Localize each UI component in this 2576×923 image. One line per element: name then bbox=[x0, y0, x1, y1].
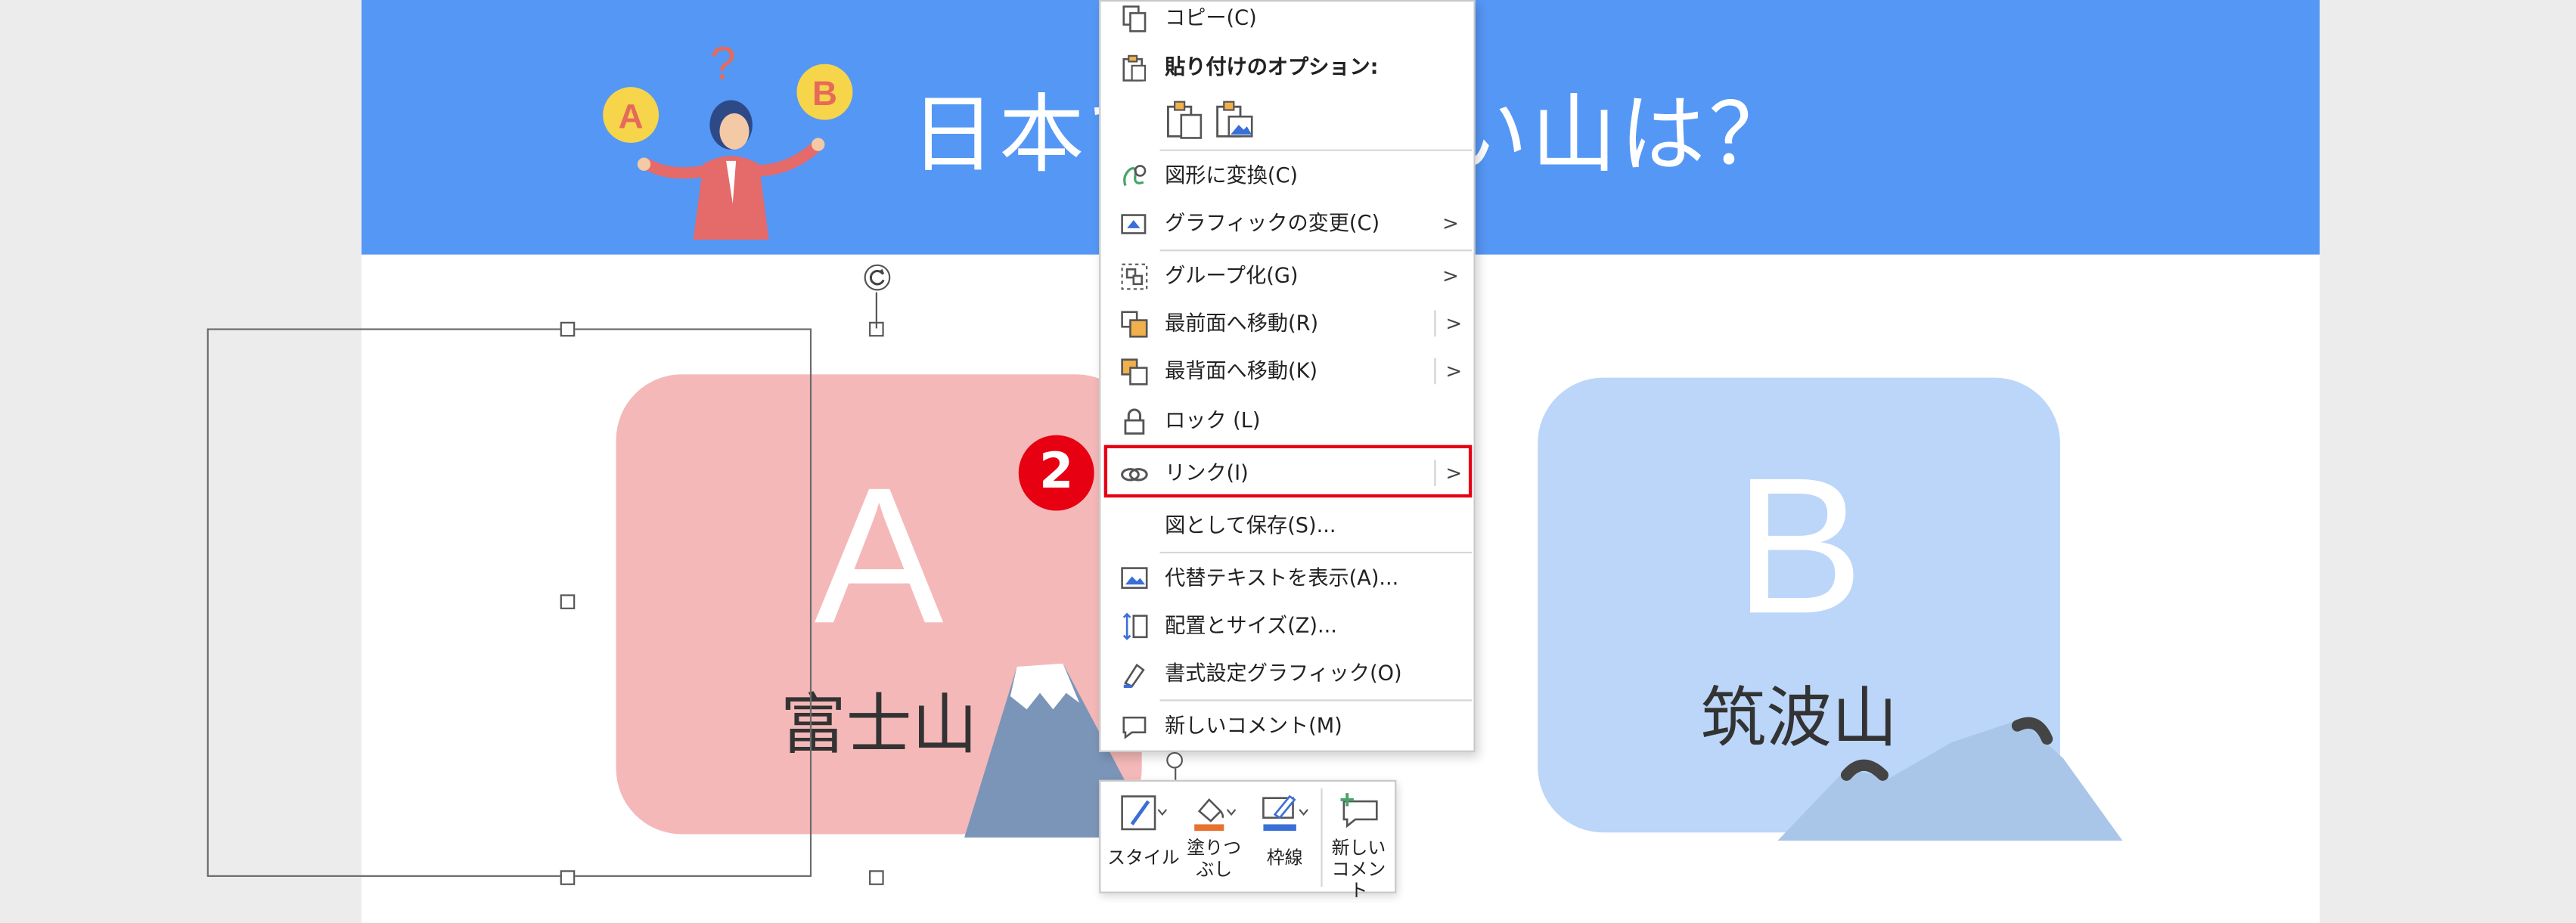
menu-separator bbox=[1159, 699, 1473, 702]
convert-shape-icon bbox=[1123, 165, 1147, 186]
menu-separator bbox=[1159, 551, 1473, 554]
menu-item-convert-to-shape[interactable]: 図形に変換(C) bbox=[1100, 153, 1473, 199]
tsukuba-mountain-icon bbox=[1777, 717, 2123, 841]
new-comment-button[interactable]: 新しい コメント bbox=[1324, 782, 1393, 902]
style-button-label: スタイル bbox=[1107, 847, 1180, 869]
lock-icon bbox=[1124, 408, 1145, 435]
link-item-highlight bbox=[1103, 444, 1473, 498]
rotate-handle-stem bbox=[875, 292, 877, 329]
style-brush-icon bbox=[1121, 795, 1168, 831]
alt-text-icon bbox=[1121, 567, 1148, 589]
style-button[interactable]: スタイル bbox=[1107, 782, 1180, 892]
menu-item-send-to-back[interactable]: 最背面へ移動(K) > bbox=[1100, 348, 1473, 395]
person-thinking-illustration[interactable]: A B ? bbox=[575, 13, 871, 243]
copy-icon bbox=[1122, 5, 1147, 33]
menu-item-new-comment[interactable]: 新しいコメント(M) bbox=[1100, 703, 1473, 749]
submenu-arrow-icon[interactable]: > bbox=[1434, 310, 1462, 337]
new-comment-icon bbox=[1122, 716, 1147, 739]
menu-item-label: 新しいコメント(M) bbox=[1165, 712, 1342, 738]
menu-item-bring-to-front[interactable]: 最前面へ移動(R) > bbox=[1100, 301, 1473, 347]
format-graphic-icon bbox=[1123, 663, 1145, 689]
question-mark: ? bbox=[710, 37, 736, 88]
group-icon bbox=[1121, 263, 1148, 290]
size-position-icon bbox=[1122, 612, 1148, 640]
menu-separator bbox=[1159, 249, 1473, 252]
bring-front-icon bbox=[1121, 311, 1148, 338]
menu-item-label: 配置とサイズ(Z)... bbox=[1165, 612, 1337, 637]
selection-frame bbox=[206, 328, 812, 877]
paint-bucket-icon bbox=[1194, 798, 1237, 832]
menu-item-label: グループ化(G) bbox=[1165, 262, 1299, 288]
menu-item-label: 図として保存(S)... bbox=[1165, 512, 1336, 537]
new-comment-button-label: 新しい コメント bbox=[1331, 837, 1386, 902]
menu-item-label: 代替テキストを表示(A)... bbox=[1165, 565, 1399, 590]
connector-handle[interactable] bbox=[1166, 751, 1183, 769]
bubble-a-letter: A bbox=[619, 97, 644, 135]
outline-button-label: 枠線 bbox=[1266, 847, 1303, 869]
menu-item-label: グラフィックの変更(C) bbox=[1165, 210, 1380, 235]
menu-item-label: 最背面へ移動(K) bbox=[1165, 358, 1318, 383]
menu-separator bbox=[1159, 149, 1473, 151]
menu-item-paste-options: 貼り付けのオプション: bbox=[1100, 45, 1473, 91]
outline-button[interactable]: 枠線 bbox=[1252, 782, 1317, 892]
context-menu: コピー(C) 貼り付けのオプション: 図形に変換(C) グラフィックの変更(C)… bbox=[1099, 0, 1476, 752]
resize-handle-sw[interactable] bbox=[560, 870, 576, 885]
menu-item-label: 書式設定グラフィック(O) bbox=[1165, 660, 1402, 685]
resize-handle-nw[interactable] bbox=[560, 321, 576, 337]
submenu-arrow-icon: > bbox=[1442, 264, 1459, 288]
toolbar-separator bbox=[1321, 788, 1323, 887]
send-back-icon bbox=[1121, 358, 1148, 386]
rotate-icon[interactable] bbox=[862, 263, 892, 293]
mini-toolbar: スタイル 塗りつ ぶし 枠線 新しい コメント bbox=[1099, 779, 1397, 902]
fill-button[interactable]: 塗りつ ぶし bbox=[1183, 782, 1246, 892]
menu-item-label: 貼り付けのオプション: bbox=[1165, 54, 1379, 79]
change-graphic-icon bbox=[1121, 214, 1147, 234]
resize-handle-s[interactable] bbox=[869, 870, 884, 885]
menu-item-label: ロック (L) bbox=[1165, 407, 1261, 432]
paste-keep-source-icon[interactable] bbox=[1163, 98, 1206, 141]
menu-item-lock[interactable]: ロック (L) bbox=[1100, 398, 1473, 444]
menu-item-size-position[interactable]: 配置とサイズ(Z)... bbox=[1100, 602, 1473, 649]
menu-item-alt-text[interactable]: 代替テキストを表示(A)... bbox=[1100, 555, 1473, 601]
fill-button-label: 塗りつ ぶし bbox=[1187, 837, 1242, 881]
menu-item-save-as-picture[interactable]: 図として保存(S)... bbox=[1100, 503, 1473, 549]
option-b-letter: B bbox=[1734, 438, 1864, 655]
submenu-arrow-icon: > bbox=[1442, 212, 1459, 235]
submenu-arrow-icon[interactable]: > bbox=[1434, 358, 1462, 385]
paste-icon bbox=[1122, 54, 1147, 82]
new-comment-plus-icon bbox=[1340, 793, 1378, 829]
menu-item-label: コピー(C) bbox=[1165, 5, 1257, 30]
menu-item-label: 最前面へ移動(R) bbox=[1165, 310, 1319, 336]
menu-item-copy[interactable]: コピー(C) bbox=[1100, 0, 1473, 41]
bubble-b-letter: B bbox=[812, 74, 837, 113]
menu-item-label: 図形に変換(C) bbox=[1165, 163, 1299, 187]
menu-item-change-graphic[interactable]: グラフィックの変更(C) > bbox=[1100, 200, 1473, 246]
menu-item-group[interactable]: グループ化(G) > bbox=[1100, 253, 1473, 299]
menu-item-format-graphic[interactable]: 書式設定グラフィック(O) bbox=[1100, 650, 1473, 696]
step-number-badge: 2 bbox=[1018, 435, 1094, 511]
outline-pen-icon bbox=[1262, 794, 1308, 832]
resize-handle-w[interactable] bbox=[560, 594, 576, 609]
paste-as-picture-icon[interactable] bbox=[1212, 98, 1255, 141]
